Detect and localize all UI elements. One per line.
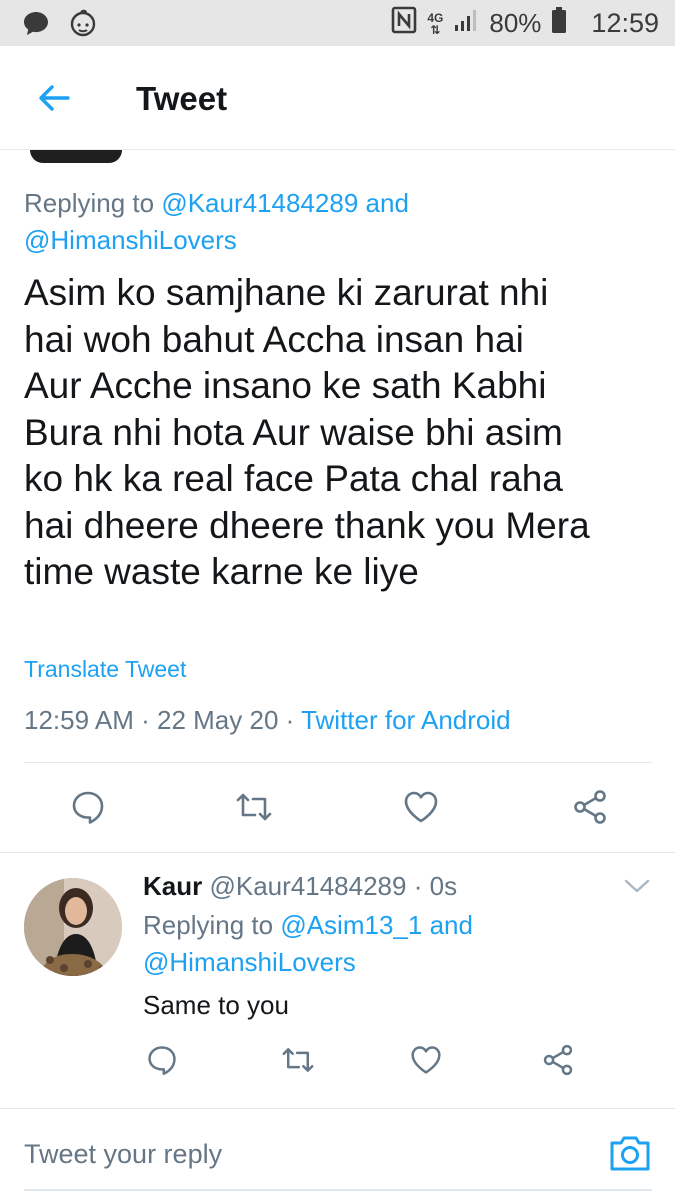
tweet-author-avatar-edge [30, 150, 122, 163]
like-button[interactable] [399, 785, 443, 829]
tweet-text: Asim ko samjhane ki zarurat nhi hai woh … [24, 270, 654, 596]
share-icon [543, 1044, 573, 1076]
separator: · [285, 705, 295, 735]
separator: · [413, 871, 423, 901]
camera-button[interactable] [608, 1133, 652, 1173]
back-button[interactable] [34, 78, 74, 118]
divider [0, 852, 675, 853]
translate-tweet-link[interactable]: Translate Tweet [24, 656, 186, 683]
replying-prefix: Replying to [143, 910, 274, 940]
mention-and[interactable]: and [366, 188, 409, 218]
replying-prefix: Replying to [24, 188, 155, 218]
mention-and[interactable]: and [430, 910, 473, 940]
tweet-text-line: time waste karne ke liye [24, 551, 419, 592]
reply-composer: Tweet your reply [0, 1108, 675, 1200]
reply-button[interactable] [66, 785, 110, 829]
network-icon: 4G ⇅ [427, 10, 444, 37]
share-icon [574, 790, 606, 824]
tweet-text-line: Aur Acche insano ke sath Kabhi [24, 365, 547, 406]
chevron-down-icon [624, 879, 650, 893]
avatar[interactable] [24, 878, 122, 976]
mention-link[interactable]: @Kaur41484289 [161, 188, 358, 218]
nfc-icon [391, 6, 417, 41]
divider [24, 762, 652, 763]
input-underline [24, 1189, 652, 1191]
app-header: Tweet [0, 46, 675, 150]
tweet-date: 22 May 20 [157, 705, 279, 735]
heart-icon [411, 1046, 441, 1074]
reply-author-handle[interactable]: @Kaur41484289 [209, 871, 406, 901]
tweet-source-link[interactable]: Twitter for Android [301, 705, 511, 735]
like-button[interactable] [404, 1038, 448, 1082]
status-time: 12:59 [591, 8, 659, 38]
status-bar: 4G ⇅ 80% 12:59 [0, 0, 675, 46]
tweet-text-line: ko hk ka real face Pata chal raha [24, 458, 563, 499]
tweet-meta: 12:59 AM · 22 May 20 · Twitter for Andro… [24, 705, 511, 736]
reply-input[interactable]: Tweet your reply [24, 1139, 222, 1170]
tweet-time: 12:59 AM [24, 705, 134, 735]
tweet-text-line: Bura nhi hota Aur waise bhi asim [24, 411, 563, 453]
replying-to-line2: @HimanshiLovers [24, 225, 237, 256]
separator: · [141, 705, 150, 735]
reply-text: Same to you [143, 990, 289, 1020]
reply-replying-to-line2: @HimanshiLovers [143, 947, 356, 978]
heart-icon [404, 791, 438, 823]
comment-icon [148, 1046, 176, 1076]
retweet-button[interactable] [232, 785, 276, 829]
message-icon [22, 9, 50, 42]
baby-icon [68, 8, 98, 43]
reply-time: 0s [429, 871, 458, 901]
tweet-text-line: hai dheere dheere thank you Mera [24, 504, 590, 546]
reply-replying-to: Replying to @Asim13_1 and [143, 910, 473, 941]
share-button[interactable] [568, 785, 612, 829]
reply-author[interactable]: Kaur @Kaur41484289 · 0s [143, 871, 457, 902]
retweet-icon [236, 793, 272, 821]
mention-link[interactable]: @Asim13_1 [280, 910, 422, 940]
reply-button[interactable] [140, 1038, 184, 1082]
replying-to: Replying to @Kaur41484289 and [24, 188, 409, 219]
reply-author-name[interactable]: Kaur [143, 871, 202, 901]
camera-icon [610, 1136, 650, 1171]
retweet-icon [282, 1048, 314, 1072]
comment-icon [72, 791, 104, 824]
more-options-button[interactable] [622, 875, 652, 897]
signal-icon [453, 7, 479, 40]
battery-percent: 80% [489, 8, 542, 38]
mention-link[interactable]: @HimanshiLovers [143, 947, 356, 977]
page-title: Tweet [136, 80, 228, 117]
share-button[interactable] [536, 1038, 580, 1082]
battery-icon [551, 6, 567, 41]
arrow-left-icon [39, 85, 70, 111]
mention-link[interactable]: @HimanshiLovers [24, 225, 237, 255]
retweet-button[interactable] [276, 1038, 320, 1082]
tweet-text-line: hai woh bahut Accha insan hai [24, 318, 524, 360]
tweet-text-line: Asim ko samjhane ki zarurat nhi [24, 272, 549, 313]
